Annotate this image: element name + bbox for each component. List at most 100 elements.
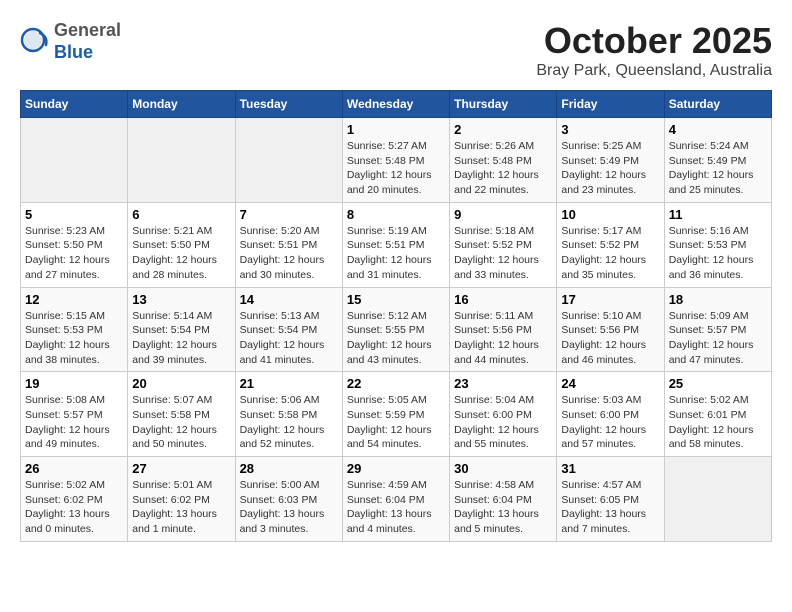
day-number: 2: [454, 122, 552, 137]
day-number: 15: [347, 292, 445, 307]
day-info: Sunrise: 5:15 AMSunset: 5:53 PMDaylight:…: [25, 309, 123, 368]
day-info: Sunrise: 5:18 AMSunset: 5:52 PMDaylight:…: [454, 224, 552, 283]
day-info: Sunrise: 5:27 AMSunset: 5:48 PMDaylight:…: [347, 139, 445, 198]
day-info: Sunrise: 5:23 AMSunset: 5:50 PMDaylight:…: [25, 224, 123, 283]
day-number: 7: [240, 207, 338, 222]
calendar-cell: 8 Sunrise: 5:19 AMSunset: 5:51 PMDaylight…: [342, 202, 449, 287]
day-number: 28: [240, 461, 338, 476]
day-info: Sunrise: 5:20 AMSunset: 5:51 PMDaylight:…: [240, 224, 338, 283]
calendar-cell: 4 Sunrise: 5:24 AMSunset: 5:49 PMDaylight…: [664, 118, 771, 203]
day-number: 21: [240, 376, 338, 391]
day-info: Sunrise: 5:11 AMSunset: 5:56 PMDaylight:…: [454, 309, 552, 368]
col-sunday: Sunday: [21, 91, 128, 118]
calendar-cell: 23 Sunrise: 5:04 AMSunset: 6:00 PMDayligh…: [450, 372, 557, 457]
calendar-cell: 6 Sunrise: 5:21 AMSunset: 5:50 PMDaylight…: [128, 202, 235, 287]
day-number: 10: [561, 207, 659, 222]
calendar-cell: 18 Sunrise: 5:09 AMSunset: 5:57 PMDayligh…: [664, 287, 771, 372]
day-number: 16: [454, 292, 552, 307]
calendar-cell: 25Sunrise: 5:02 AMSunset: 6:01 PMDayligh…: [664, 372, 771, 457]
calendar-week-3: 19 Sunrise: 5:08 AMSunset: 5:57 PMDayligh…: [21, 372, 772, 457]
day-number: 13: [132, 292, 230, 307]
calendar-cell: 19 Sunrise: 5:08 AMSunset: 5:57 PMDayligh…: [21, 372, 128, 457]
day-number: 6: [132, 207, 230, 222]
day-number: 22: [347, 376, 445, 391]
col-wednesday: Wednesday: [342, 91, 449, 118]
day-info: Sunrise: 5:10 AMSunset: 5:56 PMDaylight:…: [561, 309, 659, 368]
day-info: Sunrise: 5:21 AMSunset: 5:50 PMDaylight:…: [132, 224, 230, 283]
day-number: 26: [25, 461, 123, 476]
calendar-cell: [128, 118, 235, 203]
logo-general-text: General: [54, 20, 121, 40]
day-info: Sunrise: 5:16 AMSunset: 5:53 PMDaylight:…: [669, 224, 767, 283]
day-number: 19: [25, 376, 123, 391]
calendar-cell: 28 Sunrise: 5:00 AMSunset: 6:03 PMDayligh…: [235, 457, 342, 542]
calendar-cell: 31 Sunrise: 4:57 AMSunset: 6:05 PMDayligh…: [557, 457, 664, 542]
calendar-cell: 10 Sunrise: 5:17 AMSunset: 5:52 PMDayligh…: [557, 202, 664, 287]
header-row: Sunday Monday Tuesday Wednesday Thursday…: [21, 91, 772, 118]
location-text: Bray Park, Queensland, Australia: [536, 62, 772, 80]
day-info: Sunrise: 5:03 AMSunset: 6:00 PMDaylight:…: [561, 393, 659, 452]
calendar-table: Sunday Monday Tuesday Wednesday Thursday…: [20, 90, 772, 542]
day-info: Sunrise: 5:25 AMSunset: 5:49 PMDaylight:…: [561, 139, 659, 198]
day-number: 5: [25, 207, 123, 222]
day-info: Sunrise: 5:12 AMSunset: 5:55 PMDaylight:…: [347, 309, 445, 368]
calendar-cell: 26Sunrise: 5:02 AMSunset: 6:02 PMDayligh…: [21, 457, 128, 542]
day-info: Sunrise: 5:06 AMSunset: 5:58 PMDaylight:…: [240, 393, 338, 452]
day-number: 23: [454, 376, 552, 391]
calendar-cell: 12 Sunrise: 5:15 AMSunset: 5:53 PMDayligh…: [21, 287, 128, 372]
day-info: Sunrise: 5:04 AMSunset: 6:00 PMDaylight:…: [454, 393, 552, 452]
day-number: 4: [669, 122, 767, 137]
day-number: 12: [25, 292, 123, 307]
calendar-cell: 15 Sunrise: 5:12 AMSunset: 5:55 PMDayligh…: [342, 287, 449, 372]
day-info: Sunrise: 5:05 AMSunset: 5:59 PMDaylight:…: [347, 393, 445, 452]
day-info: Sunrise: 5:14 AMSunset: 5:54 PMDaylight:…: [132, 309, 230, 368]
calendar-cell: 13 Sunrise: 5:14 AMSunset: 5:54 PMDayligh…: [128, 287, 235, 372]
calendar-week-0: 1 Sunrise: 5:27 AMSunset: 5:48 PMDaylight…: [21, 118, 772, 203]
logo-blue-text: Blue: [54, 42, 93, 62]
calendar-cell: [664, 457, 771, 542]
calendar-week-1: 5 Sunrise: 5:23 AMSunset: 5:50 PMDaylight…: [21, 202, 772, 287]
day-number: 8: [347, 207, 445, 222]
calendar-week-2: 12 Sunrise: 5:15 AMSunset: 5:53 PMDayligh…: [21, 287, 772, 372]
col-monday: Monday: [128, 91, 235, 118]
calendar-body: 1 Sunrise: 5:27 AMSunset: 5:48 PMDaylight…: [21, 118, 772, 542]
day-number: 31: [561, 461, 659, 476]
calendar-cell: [235, 118, 342, 203]
logo-icon: [20, 27, 50, 57]
day-info: Sunrise: 4:58 AMSunset: 6:04 PMDaylight:…: [454, 478, 552, 537]
col-friday: Friday: [557, 91, 664, 118]
day-info: Sunrise: 5:00 AMSunset: 6:03 PMDaylight:…: [240, 478, 338, 537]
calendar-cell: 16 Sunrise: 5:11 AMSunset: 5:56 PMDayligh…: [450, 287, 557, 372]
calendar-cell: 1 Sunrise: 5:27 AMSunset: 5:48 PMDaylight…: [342, 118, 449, 203]
day-number: 20: [132, 376, 230, 391]
day-number: 25: [669, 376, 767, 391]
calendar-cell: 20Sunrise: 5:07 AMSunset: 5:58 PMDayligh…: [128, 372, 235, 457]
day-info: Sunrise: 5:01 AMSunset: 6:02 PMDaylight:…: [132, 478, 230, 537]
col-thursday: Thursday: [450, 91, 557, 118]
day-number: 24: [561, 376, 659, 391]
calendar-cell: 17 Sunrise: 5:10 AMSunset: 5:56 PMDayligh…: [557, 287, 664, 372]
day-number: 18: [669, 292, 767, 307]
calendar-cell: 5 Sunrise: 5:23 AMSunset: 5:50 PMDaylight…: [21, 202, 128, 287]
day-info: Sunrise: 5:24 AMSunset: 5:49 PMDaylight:…: [669, 139, 767, 198]
day-info: Sunrise: 4:59 AMSunset: 6:04 PMDaylight:…: [347, 478, 445, 537]
col-tuesday: Tuesday: [235, 91, 342, 118]
calendar-cell: 21 Sunrise: 5:06 AMSunset: 5:58 PMDayligh…: [235, 372, 342, 457]
day-info: Sunrise: 5:13 AMSunset: 5:54 PMDaylight:…: [240, 309, 338, 368]
day-info: Sunrise: 4:57 AMSunset: 6:05 PMDaylight:…: [561, 478, 659, 537]
title-block: October 2025 Bray Park, Queensland, Aust…: [536, 20, 772, 80]
day-info: Sunrise: 5:08 AMSunset: 5:57 PMDaylight:…: [25, 393, 123, 452]
col-saturday: Saturday: [664, 91, 771, 118]
calendar-cell: 2 Sunrise: 5:26 AMSunset: 5:48 PMDaylight…: [450, 118, 557, 203]
day-number: 29: [347, 461, 445, 476]
day-number: 17: [561, 292, 659, 307]
day-number: 27: [132, 461, 230, 476]
day-number: 1: [347, 122, 445, 137]
day-info: Sunrise: 5:09 AMSunset: 5:57 PMDaylight:…: [669, 309, 767, 368]
calendar-cell: 22 Sunrise: 5:05 AMSunset: 5:59 PMDayligh…: [342, 372, 449, 457]
day-info: Sunrise: 5:26 AMSunset: 5:48 PMDaylight:…: [454, 139, 552, 198]
page-header: General Blue October 2025 Bray Park, Que…: [20, 20, 772, 80]
day-info: Sunrise: 5:19 AMSunset: 5:51 PMDaylight:…: [347, 224, 445, 283]
calendar-cell: 30Sunrise: 4:58 AMSunset: 6:04 PMDayligh…: [450, 457, 557, 542]
day-info: Sunrise: 5:17 AMSunset: 5:52 PMDaylight:…: [561, 224, 659, 283]
